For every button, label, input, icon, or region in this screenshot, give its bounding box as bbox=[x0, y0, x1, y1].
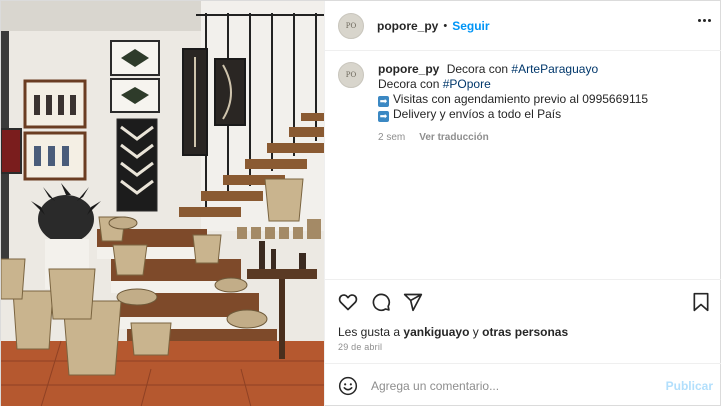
separator-dot: • bbox=[443, 19, 448, 32]
likes-prefix: Les gusta a bbox=[338, 325, 401, 339]
see-translation-button[interactable]: Ver traducción bbox=[419, 130, 488, 145]
follow-button[interactable]: Seguir bbox=[452, 19, 489, 33]
share-icon[interactable] bbox=[403, 292, 423, 312]
post-comment-button[interactable]: Publicar bbox=[666, 379, 713, 393]
post-date[interactable]: 29 de abril bbox=[338, 342, 382, 352]
more-options-icon[interactable] bbox=[698, 19, 711, 22]
caption-line4-text: Delivery y envíos a todo el País bbox=[393, 107, 562, 121]
heart-icon[interactable] bbox=[338, 292, 358, 312]
likes-connector: y bbox=[472, 325, 479, 339]
caption-line-4: ➡ Delivery y envíos a todo el País bbox=[378, 107, 648, 122]
caption-avatar[interactable]: PO bbox=[338, 62, 364, 88]
caption-line-2: Decora con #POpore bbox=[378, 77, 648, 92]
avatar[interactable]: PO bbox=[338, 12, 364, 39]
header-username[interactable]: popore_py bbox=[377, 19, 438, 33]
post-caption: PO popore_py Decora con #ArteParaguayo D… bbox=[338, 62, 713, 145]
caption-time[interactable]: 2 sem bbox=[378, 130, 405, 145]
caption-line3-text: Visitas con agendamiento previo al 09956… bbox=[393, 92, 649, 106]
caption-meta: 2 sem Ver traducción bbox=[378, 130, 648, 145]
emoji-icon[interactable] bbox=[338, 376, 358, 396]
right-arrow-icon: ➡ bbox=[378, 96, 389, 107]
right-arrow-icon: ➡ bbox=[378, 111, 389, 122]
hashtag-popore[interactable]: #POpore bbox=[443, 77, 491, 91]
post-details-panel: PO popore_py • Seguir PO popore_py Decor… bbox=[324, 1, 721, 406]
caption-line-1: popore_py Decora con #ArteParaguayo bbox=[378, 62, 648, 77]
action-bar bbox=[325, 279, 721, 323]
avatar-logo: PO bbox=[345, 21, 357, 30]
hashtag-arteparaguayo[interactable]: #ArteParaguayo bbox=[511, 62, 598, 76]
post-header: PO popore_py • Seguir bbox=[325, 1, 721, 51]
avatar-logo: PO bbox=[345, 71, 357, 79]
likes-summary: Les gusta a yankiguayo y otras personas bbox=[338, 325, 568, 339]
post-photo[interactable] bbox=[1, 1, 324, 406]
comment-input[interactable] bbox=[371, 378, 651, 393]
caption-line-3: ➡ Visitas con agendamiento previo al 0995… bbox=[378, 92, 648, 107]
caption-line2-text: Decora con bbox=[378, 77, 440, 91]
bookmark-icon[interactable] bbox=[691, 292, 711, 312]
comment-box: Publicar bbox=[325, 363, 721, 406]
liked-by-others[interactable]: otras personas bbox=[482, 325, 568, 339]
photo-illustration bbox=[1, 1, 324, 406]
caption-line1-text: Decora con bbox=[446, 62, 509, 76]
instagram-post-window: PO popore_py • Seguir PO popore_py Decor… bbox=[0, 0, 721, 406]
comment-icon[interactable] bbox=[371, 292, 391, 312]
caption-text: popore_py Decora con #ArteParaguayo Deco… bbox=[378, 62, 648, 145]
liked-by-user[interactable]: yankiguayo bbox=[403, 325, 469, 339]
caption-username[interactable]: popore_py bbox=[378, 62, 439, 76]
